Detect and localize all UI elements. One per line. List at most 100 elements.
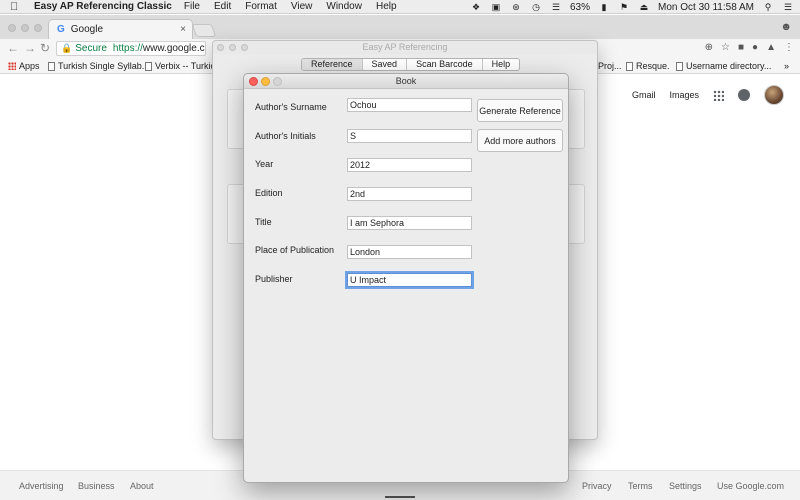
tab-saved[interactable]: Saved [363, 59, 408, 70]
tab-google[interactable]: G Google × [48, 19, 193, 39]
tab-help[interactable]: Help [483, 59, 520, 70]
tab-strip: G Google × ☻ [0, 15, 800, 39]
app-tab-bar: Reference Saved Scan Barcode Help [301, 58, 521, 71]
bookmark-item[interactable]: Proj... [598, 61, 622, 71]
new-tab-button[interactable] [191, 24, 217, 37]
eject-icon[interactable]: ⏏ [638, 2, 650, 12]
docker-icon[interactable]: ▣ [490, 2, 502, 12]
page-icon [48, 61, 55, 71]
publisher-label: Publisher [255, 274, 293, 284]
wifi-icon[interactable]: ☰ [550, 2, 562, 12]
extension-icon[interactable]: ● [752, 42, 758, 53]
footer-about-link[interactable]: About [130, 481, 154, 491]
dialog-minimize-icon[interactable] [261, 77, 270, 86]
clock[interactable]: Mon Oct 30 11:58 AM [658, 2, 754, 13]
tab-close-icon[interactable]: × [180, 24, 186, 35]
bookmarks-overflow-icon[interactable]: » [784, 61, 789, 71]
dialog-zoom-icon[interactable] [273, 77, 282, 86]
battery-icon[interactable]: ▮ [598, 2, 610, 12]
battery-percent[interactable]: 63% [570, 2, 590, 13]
bookmark-item[interactable]: Resque. [626, 61, 670, 71]
year-field[interactable] [347, 158, 472, 172]
book-dialog: Book Author's Surname Author's Initials … [243, 73, 569, 483]
window-minimize-icon[interactable] [21, 24, 29, 32]
window-zoom-icon[interactable] [34, 24, 42, 32]
time-machine-icon[interactable]: ◷ [530, 2, 542, 12]
divider [385, 496, 415, 498]
footer-business-link[interactable]: Business [78, 481, 115, 491]
url-text: www.google.com... [142, 43, 205, 54]
generate-reference-button[interactable]: Generate Reference [477, 99, 563, 122]
author-initials-field[interactable] [347, 129, 472, 143]
search-icon[interactable]: ⚲ [762, 2, 774, 12]
notification-center-icon[interactable]: ☰ [782, 2, 794, 12]
forward-icon[interactable]: → [24, 41, 36, 55]
title-field[interactable] [347, 216, 472, 230]
dropbox-icon[interactable]: ❖ [470, 2, 482, 12]
footer-use-google-link[interactable]: Use Google.com [717, 481, 784, 491]
tab-scan-barcode[interactable]: Scan Barcode [407, 59, 483, 70]
add-more-authors-button[interactable]: Add more authors [477, 129, 563, 152]
place-of-publication-label: Place of Publication [255, 245, 335, 255]
profile-icon[interactable]: ☻ [780, 21, 792, 33]
bookmark-item[interactable]: Turkish Single Syllab... [48, 61, 149, 71]
url-scheme: https:// [112, 43, 143, 54]
location-icon[interactable]: ⊕ [705, 42, 713, 53]
menu-view[interactable]: View [291, 1, 313, 12]
menu-bar:  Easy AP Referencing Classic File Edit … [0, 0, 800, 14]
lock-icon: 🔒 [61, 43, 73, 53]
apple-menu-icon[interactable]:  [10, 1, 26, 13]
google-header: Gmail Images [632, 85, 784, 105]
title-label: Title [255, 217, 272, 227]
bookmark-item[interactable]: Verbix -- Turkic [145, 61, 215, 71]
app-menu[interactable]: Easy AP Referencing Classic [34, 1, 172, 12]
apps-icon [8, 62, 16, 70]
google-favicon-icon: G [57, 24, 65, 35]
chrome-menu-icon[interactable]: ⋮ [784, 42, 794, 53]
dialog-close-icon[interactable] [249, 77, 258, 86]
footer-privacy-link[interactable]: Privacy [582, 481, 612, 491]
edition-label: Edition [255, 188, 283, 198]
edition-field[interactable] [347, 187, 472, 201]
apps-grid-icon[interactable] [713, 89, 724, 101]
secure-label: Secure [75, 43, 107, 54]
menu-format[interactable]: Format [245, 1, 277, 12]
avatar[interactable] [764, 85, 784, 105]
window-close-icon[interactable] [8, 24, 16, 32]
tab-title: Google [70, 24, 104, 35]
extension-icon[interactable]: ▲ [766, 42, 776, 53]
app-minimize-icon[interactable] [229, 44, 236, 51]
menu-window[interactable]: Window [326, 1, 362, 12]
year-label: Year [255, 159, 274, 169]
images-link[interactable]: Images [669, 90, 699, 100]
bluetooth-icon[interactable]: ⊛ [510, 2, 522, 12]
notifications-icon[interactable] [738, 89, 750, 101]
menu-edit[interactable]: Edit [214, 1, 231, 12]
reload-icon[interactable]: ↻ [40, 41, 50, 55]
author-initials-label: Author's Initials [255, 131, 316, 141]
tab-reference[interactable]: Reference [302, 59, 363, 70]
publisher-field[interactable] [345, 271, 474, 289]
author-surname-label: Author's Surname [255, 102, 327, 112]
footer-settings-link[interactable]: Settings [669, 481, 702, 491]
place-of-publication-field[interactable] [347, 245, 472, 259]
bookmark-item[interactable]: Username directory... [676, 61, 771, 71]
back-icon[interactable]: ← [7, 41, 19, 55]
app-zoom-icon[interactable] [241, 44, 248, 51]
author-surname-field[interactable] [347, 98, 472, 112]
gmail-link[interactable]: Gmail [632, 90, 656, 100]
flag-icon[interactable]: ⚑ [618, 2, 630, 12]
footer-advertising-link[interactable]: Advertising [19, 481, 64, 491]
app-window-title: Easy AP Referencing [213, 41, 597, 54]
menu-help[interactable]: Help [376, 1, 397, 12]
extension-icon[interactable]: ■ [738, 42, 744, 53]
footer-terms-link[interactable]: Terms [628, 481, 653, 491]
bookmark-star-icon[interactable]: ☆ [721, 42, 730, 53]
menu-file[interactable]: File [184, 1, 200, 12]
app-close-icon[interactable] [217, 44, 224, 51]
bookmark-apps[interactable]: Apps [8, 61, 40, 71]
address-bar[interactable]: 🔒 Secure https:// www.google.com... [56, 41, 206, 56]
page-icon [676, 61, 683, 71]
book-dialog-title: Book [244, 74, 568, 89]
page-icon [626, 61, 633, 71]
